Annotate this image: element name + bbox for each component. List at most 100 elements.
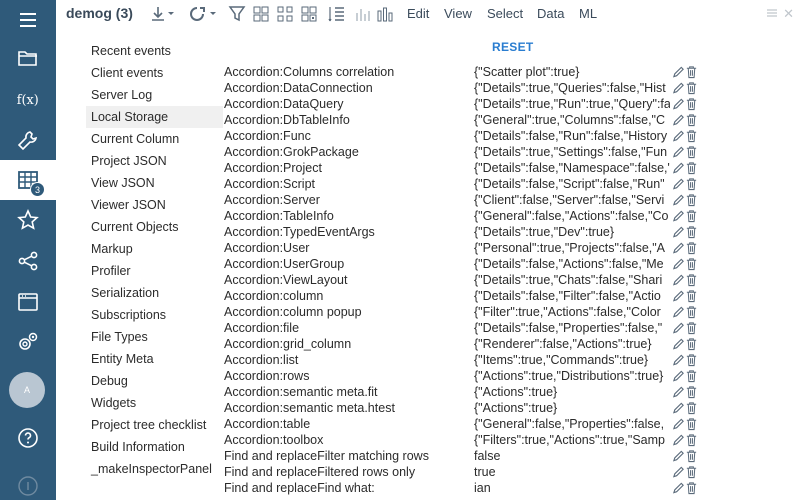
help-icon[interactable] [0, 418, 56, 458]
menu-project-tree-checklist[interactable]: Project tree checklist [86, 414, 223, 436]
edit-icon[interactable] [672, 209, 685, 223]
menu-view-json[interactable]: View JSON [86, 172, 223, 194]
settings-icon[interactable] [0, 322, 56, 362]
delete-icon[interactable] [685, 433, 698, 447]
menu-serialization[interactable]: Serialization [86, 282, 223, 304]
edit-icon[interactable] [672, 257, 685, 271]
delete-icon[interactable] [685, 129, 698, 143]
wrench-icon[interactable] [0, 120, 56, 160]
avatar[interactable]: A [9, 372, 45, 408]
delete-icon[interactable] [685, 97, 698, 111]
edit-icon[interactable] [672, 465, 685, 479]
menu-view[interactable]: View [444, 6, 472, 21]
menu-current-column[interactable]: Current Column [86, 128, 223, 150]
menu-project-json[interactable]: Project JSON [86, 150, 223, 172]
filter-icon[interactable] [228, 4, 246, 24]
delete-icon[interactable] [685, 65, 698, 79]
edit-icon[interactable] [672, 401, 685, 415]
edit-icon[interactable] [672, 145, 685, 159]
edit-icon[interactable] [672, 193, 685, 207]
reset-button[interactable]: RESET [492, 40, 534, 54]
edit-icon[interactable] [672, 129, 685, 143]
delete-icon[interactable] [685, 465, 698, 479]
delete-icon[interactable] [685, 449, 698, 463]
refresh-icon[interactable] [188, 4, 220, 24]
delete-icon[interactable] [685, 193, 698, 207]
menu-recent-events[interactable]: Recent events [86, 40, 223, 62]
menu-local-storage[interactable]: Local Storage [86, 106, 223, 128]
menu-widgets[interactable]: Widgets [86, 392, 223, 414]
menu-profiler[interactable]: Profiler [86, 260, 223, 282]
delete-icon[interactable] [685, 337, 698, 351]
delete-icon[interactable] [685, 209, 698, 223]
edit-icon[interactable] [672, 433, 685, 447]
delete-icon[interactable] [685, 353, 698, 367]
tiles-view-icon[interactable] [276, 4, 294, 24]
edit-icon[interactable] [672, 97, 685, 111]
edit-icon[interactable] [672, 81, 685, 95]
edit-icon[interactable] [672, 177, 685, 191]
edit-icon[interactable] [672, 225, 685, 239]
star-icon[interactable] [0, 200, 56, 240]
menu-client-events[interactable]: Client events [86, 62, 223, 84]
layout-icon[interactable] [300, 4, 318, 24]
menu-icon[interactable] [0, 0, 56, 40]
menu-subscriptions[interactable]: Subscriptions [86, 304, 223, 326]
menu-data[interactable]: Data [537, 6, 564, 21]
table-icon[interactable]: 3 [0, 160, 56, 200]
menu-debug[interactable]: Debug [86, 370, 223, 392]
delete-icon[interactable] [685, 145, 698, 159]
list-view-icon[interactable] [328, 4, 346, 24]
delete-icon[interactable] [685, 257, 698, 271]
columns-chart-icon[interactable] [354, 4, 372, 24]
delete-icon[interactable] [685, 81, 698, 95]
menu-markup[interactable]: Markup [86, 238, 223, 260]
delete-icon[interactable] [685, 241, 698, 255]
delete-icon[interactable] [685, 401, 698, 415]
download-icon[interactable] [150, 4, 178, 24]
menu-edit[interactable]: Edit [407, 6, 429, 21]
share-icon[interactable] [0, 241, 56, 281]
close-icon[interactable]: ✕ [783, 6, 794, 22]
menu-viewer-json[interactable]: Viewer JSON [86, 194, 223, 216]
delete-icon[interactable] [685, 305, 698, 319]
delete-icon[interactable] [685, 369, 698, 383]
delete-icon[interactable] [685, 385, 698, 399]
edit-icon[interactable] [672, 385, 685, 399]
delete-icon[interactable] [685, 273, 698, 287]
edit-icon[interactable] [672, 289, 685, 303]
edit-icon[interactable] [672, 65, 685, 79]
delete-icon[interactable] [685, 225, 698, 239]
delete-icon[interactable] [685, 417, 698, 431]
menu-server-log[interactable]: Server Log [86, 84, 223, 106]
menu-file-types[interactable]: File Types [86, 326, 223, 348]
grid-view-icon[interactable] [252, 4, 270, 24]
edit-icon[interactable] [672, 449, 685, 463]
delete-icon[interactable] [685, 113, 698, 127]
edit-icon[interactable] [672, 353, 685, 367]
menu-entity-meta[interactable]: Entity Meta [86, 348, 223, 370]
view-menu-icon[interactable] [766, 7, 778, 22]
edit-icon[interactable] [672, 481, 685, 495]
menu-current-objects[interactable]: Current Objects [86, 216, 223, 238]
info-icon[interactable] [0, 466, 56, 500]
bar-chart-icon[interactable] [376, 4, 394, 24]
edit-icon[interactable] [672, 305, 685, 319]
menu-make-inspector-panel[interactable]: _makeInspectorPanel [86, 458, 223, 480]
edit-icon[interactable] [672, 273, 685, 287]
delete-icon[interactable] [685, 161, 698, 175]
delete-icon[interactable] [685, 481, 698, 495]
edit-icon[interactable] [672, 417, 685, 431]
edit-icon[interactable] [672, 369, 685, 383]
menu-build-information[interactable]: Build Information [86, 436, 223, 458]
menu-select[interactable]: Select [487, 6, 523, 21]
delete-icon[interactable] [685, 177, 698, 191]
function-icon[interactable]: f(x) [0, 79, 56, 119]
edit-icon[interactable] [672, 161, 685, 175]
edit-icon[interactable] [672, 321, 685, 335]
window-icon[interactable] [0, 282, 56, 322]
menu-ml[interactable]: ML [579, 6, 597, 21]
edit-icon[interactable] [672, 241, 685, 255]
delete-icon[interactable] [685, 289, 698, 303]
delete-icon[interactable] [685, 321, 698, 335]
